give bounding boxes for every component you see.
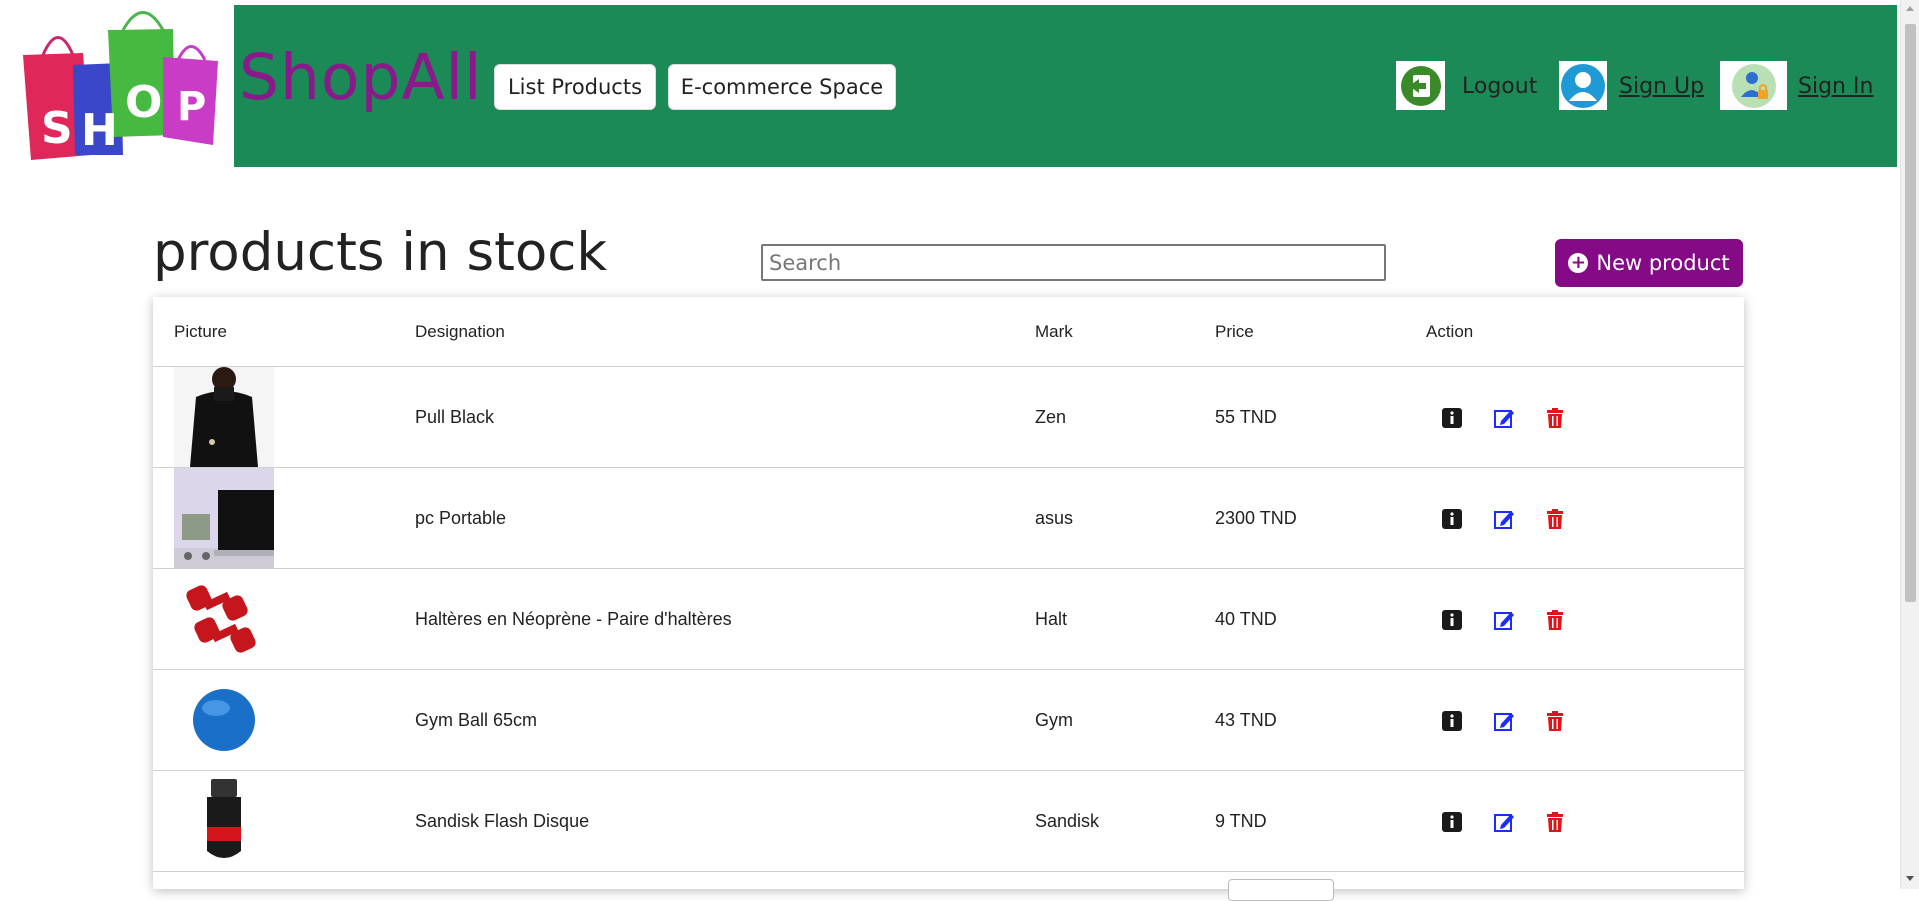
table-row: Sandisk Flash Disque Sandisk 9 TND	[153, 771, 1744, 872]
sign-in-user-lock-icon[interactable]	[1720, 61, 1787, 110]
scroll-up-arrow-icon[interactable]	[1906, 6, 1914, 11]
product-image-gym-ball	[174, 670, 274, 770]
pagination-control[interactable]	[1228, 879, 1334, 901]
product-mark: Sandisk	[1035, 811, 1100, 831]
info-icon[interactable]	[1441, 508, 1463, 530]
product-designation: Haltères en Néoprène - Paire d'haltères	[415, 609, 732, 629]
edit-icon[interactable]	[1493, 710, 1515, 732]
column-header-mark: Mark	[1035, 322, 1073, 341]
product-image-black-pullover	[174, 367, 274, 467]
table-header: Picture Designation Mark Price Action	[153, 297, 1744, 367]
product-price: 2300 TND	[1215, 508, 1297, 528]
info-icon[interactable]	[1441, 710, 1463, 732]
product-designation: Gym Ball 65cm	[415, 710, 538, 730]
product-mark: Halt	[1035, 609, 1068, 629]
logout-icon[interactable]	[1396, 61, 1445, 110]
product-mark: Zen	[1035, 407, 1067, 427]
product-price: 40 TND	[1215, 609, 1277, 629]
svg-text:S: S	[41, 103, 73, 154]
svg-text:H: H	[81, 105, 118, 156]
new-product-button[interactable]: + New product	[1555, 239, 1743, 287]
product-price: 55 TND	[1215, 407, 1277, 427]
brand-name[interactable]: ShopAll	[239, 41, 483, 114]
delete-trash-icon[interactable]	[1544, 710, 1566, 732]
product-image-usb-flash-drive	[174, 771, 274, 871]
info-icon[interactable]	[1441, 609, 1463, 631]
column-header-price: Price	[1215, 322, 1254, 341]
info-icon[interactable]	[1441, 811, 1463, 833]
products-table: Picture Designation Mark Price Action Pu…	[153, 297, 1744, 889]
vertical-scrollbar[interactable]	[1900, 0, 1919, 889]
table-row: Haltères en Néoprène - Paire d'haltères …	[153, 569, 1744, 670]
edit-icon[interactable]	[1493, 609, 1515, 631]
product-price: 9 TND	[1215, 811, 1267, 831]
product-designation: Pull Black	[415, 407, 495, 427]
column-header-picture: Picture	[174, 322, 227, 341]
edit-icon[interactable]	[1493, 811, 1515, 833]
product-mark: asus	[1035, 508, 1074, 528]
sign-in-link[interactable]: Sign In	[1798, 74, 1873, 99]
product-designation: pc Portable	[415, 508, 507, 528]
page-title: products in stock	[153, 222, 608, 283]
delete-trash-icon[interactable]	[1544, 407, 1566, 429]
svg-text:O: O	[125, 77, 162, 128]
product-image-dumbbells	[174, 569, 274, 669]
delete-trash-icon[interactable]	[1544, 508, 1566, 530]
product-designation: Sandisk Flash Disque	[415, 811, 590, 831]
sign-up-user-icon[interactable]	[1559, 61, 1607, 110]
table-row: Gym Ball 65cm Gym 43 TND	[153, 670, 1744, 771]
delete-trash-icon[interactable]	[1544, 811, 1566, 833]
edit-icon[interactable]	[1493, 508, 1515, 530]
info-icon[interactable]	[1441, 407, 1463, 429]
svg-text:P: P	[177, 84, 206, 130]
table-row: pc Portable asus 2300 TND	[153, 468, 1744, 569]
sign-up-link[interactable]: Sign Up	[1619, 74, 1704, 99]
product-image-laptop	[174, 468, 274, 568]
logout-link[interactable]: Logout	[1462, 74, 1537, 99]
product-mark: Gym	[1035, 710, 1073, 730]
top-header: S H O P ShopAll List Products E-commerce…	[13, 5, 1897, 167]
nav-list-products-button[interactable]: List Products	[494, 64, 656, 110]
scroll-down-arrow-icon[interactable]	[1906, 876, 1914, 881]
new-product-label: New product	[1596, 251, 1730, 275]
column-header-action: Action	[1426, 322, 1474, 341]
scrollbar-thumb[interactable]	[1905, 24, 1916, 602]
column-header-designation: Designation	[415, 322, 505, 341]
plus-circle-icon: +	[1568, 253, 1589, 273]
product-price: 43 TND	[1215, 710, 1277, 730]
delete-trash-icon[interactable]	[1544, 609, 1566, 631]
table-row: Pull Black Zen 55 TND	[153, 367, 1744, 468]
edit-icon[interactable]	[1493, 407, 1515, 429]
search-input[interactable]	[761, 244, 1386, 281]
nav-ecommerce-space-button[interactable]: E-commerce Space	[668, 64, 896, 110]
shop-logo[interactable]: S H O P	[13, 5, 234, 167]
